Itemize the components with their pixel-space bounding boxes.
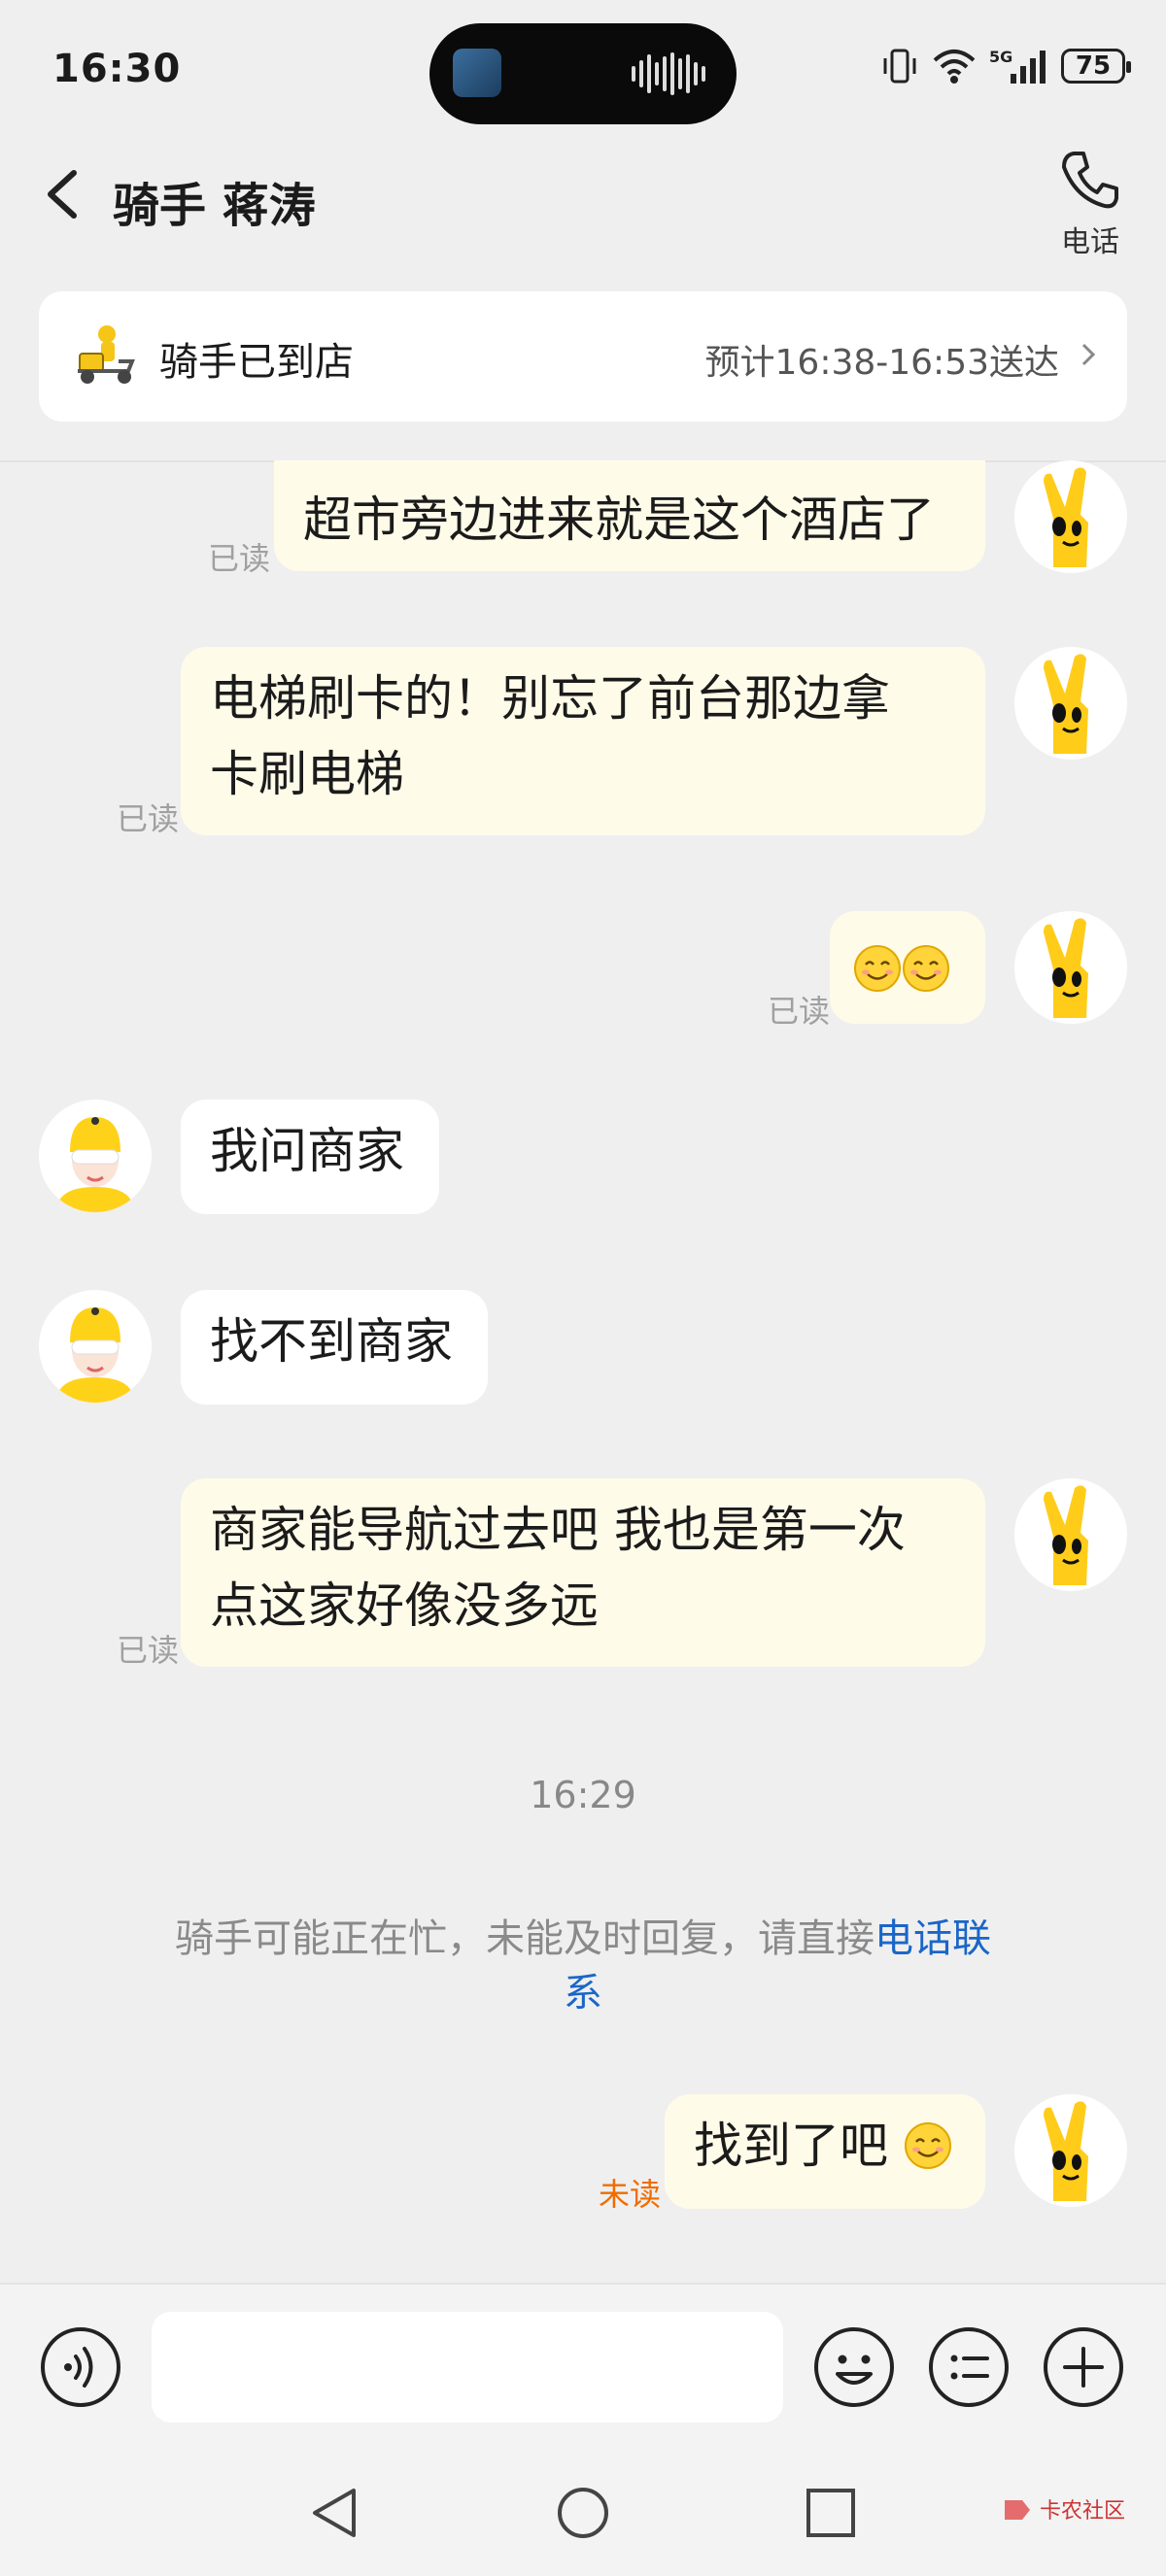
plus-icon[interactable] xyxy=(1042,2325,1125,2409)
hand-mascot-icon xyxy=(1044,1485,1088,1585)
message-text: 超市旁边进来就是这个酒店了 xyxy=(303,491,935,548)
chat-header: 骑手 蒋涛 电话 xyxy=(0,146,1166,282)
message-bubble-mine[interactable]: 找到了吧 xyxy=(665,2094,985,2209)
message-text-line: 电梯刷卡的！别忘了前台那边拿 xyxy=(210,670,890,727)
message-text: 找到了吧 xyxy=(694,2118,888,2174)
wifi-icon xyxy=(933,50,976,84)
smiling-face-icon xyxy=(854,945,901,992)
rider-helmet-avatar-icon xyxy=(56,1307,134,1403)
read-receipt: 已读 xyxy=(208,540,271,577)
message-input[interactable] xyxy=(152,2312,783,2423)
chat-timestamp: 16:29 xyxy=(530,1774,636,1816)
chevron-right-icon xyxy=(1081,343,1096,366)
battery-indicator: 75 xyxy=(1061,49,1131,84)
message-bubble-mine[interactable]: 电梯刷卡的！别忘了前台那边拿 卡刷电梯 xyxy=(181,647,985,835)
my-avatar[interactable] xyxy=(1014,2094,1127,2207)
message-text-line: 点这家好像没多远 xyxy=(210,1577,599,1634)
message-bubble-mine[interactable]: 超市旁边进来就是这个酒店了 xyxy=(274,460,985,571)
nav-home-icon[interactable] xyxy=(549,2479,617,2547)
read-receipt: 已读 xyxy=(117,800,180,837)
message-text: 我问商家 xyxy=(210,1123,404,1179)
system-navigation-bar: 卡农社区 xyxy=(0,2450,1166,2576)
voice-input-icon[interactable] xyxy=(39,2325,122,2409)
read-receipt: 已读 xyxy=(117,1632,180,1669)
system-notice: 骑手可能正在忙，未能及时回复，请直接电话联 系 xyxy=(136,1912,1030,2020)
phone-button[interactable]: 电话 xyxy=(1042,146,1139,259)
emoji-icon[interactable] xyxy=(812,2325,896,2409)
hand-mascot-icon xyxy=(1044,2101,1088,2201)
status-icons: 5G 75 xyxy=(880,45,1131,87)
message-text: 找不到商家 xyxy=(210,1313,453,1370)
smiling-face-icon xyxy=(904,2122,951,2169)
message-bubble-mine[interactable] xyxy=(830,911,985,1024)
my-avatar[interactable] xyxy=(1014,1478,1127,1591)
message-bubble-rider[interactable]: 我问商家 xyxy=(181,1100,439,1214)
phone-label: 电话 xyxy=(1061,225,1119,259)
status-bar: 16:30 5G 75 xyxy=(0,0,1166,146)
network-label: 5G xyxy=(989,48,1012,66)
music-thumbnail-icon xyxy=(453,49,501,97)
message-bubble-rider[interactable]: 找不到商家 xyxy=(181,1290,488,1405)
system-notice-text: 骑手可能正在忙，未能及时回复，请直接 xyxy=(175,1916,874,1961)
quick-reply-list-icon[interactable] xyxy=(927,2325,1011,2409)
read-receipt: 已读 xyxy=(768,993,831,1030)
nav-recents-icon[interactable] xyxy=(797,2479,865,2547)
message-text-line: 商家能导航过去吧 我也是第一次 xyxy=(210,1502,906,1558)
order-status-text: 骑手已到店 xyxy=(159,340,354,385)
order-status-card[interactable]: 骑手已到店 预计16:38-16:53送达 xyxy=(39,291,1127,422)
smiling-face-icon xyxy=(903,945,949,992)
my-avatar[interactable] xyxy=(1014,647,1127,760)
unread-receipt: 未读 xyxy=(599,2176,662,2213)
nav-back-icon[interactable] xyxy=(301,2479,369,2547)
watermark-text: 卡农社区 xyxy=(1040,2499,1125,2524)
order-eta-text: 预计16:38-16:53送达 xyxy=(704,343,1059,383)
hand-mascot-icon xyxy=(1044,654,1088,754)
message-input-bar xyxy=(0,2283,1166,2450)
back-arrow-icon[interactable] xyxy=(39,165,87,223)
phone-icon xyxy=(1062,152,1118,209)
message-bubble-mine[interactable]: 商家能导航过去吧 我也是第一次 点这家好像没多远 xyxy=(181,1478,985,1667)
my-avatar[interactable] xyxy=(1014,460,1127,573)
rider-helmet-avatar-icon xyxy=(56,1117,134,1212)
message-text-line: 卡刷电梯 xyxy=(210,746,404,802)
page-title: 骑手 蒋涛 xyxy=(113,179,316,233)
phone-contact-link[interactable]: 电话联 xyxy=(874,1916,991,1961)
hand-mascot-icon xyxy=(1044,467,1088,567)
my-avatar[interactable] xyxy=(1014,911,1127,1024)
rider-scooter-icon xyxy=(78,325,135,384)
dynamic-island[interactable] xyxy=(429,23,737,124)
rider-avatar[interactable] xyxy=(39,1100,152,1212)
phone-contact-link-continued[interactable]: 系 xyxy=(564,1971,602,2016)
hand-mascot-icon xyxy=(1044,918,1088,1018)
rider-avatar[interactable] xyxy=(39,1290,152,1403)
signal-5g-icon: 5G xyxy=(989,48,1046,84)
battery-level: 75 xyxy=(1075,51,1112,81)
kanong-community-watermark-logo: 卡农社区 xyxy=(1005,2499,1125,2524)
audio-wave-icon xyxy=(632,52,705,95)
status-time: 16:30 xyxy=(52,47,182,91)
vibrate-icon xyxy=(883,49,916,84)
